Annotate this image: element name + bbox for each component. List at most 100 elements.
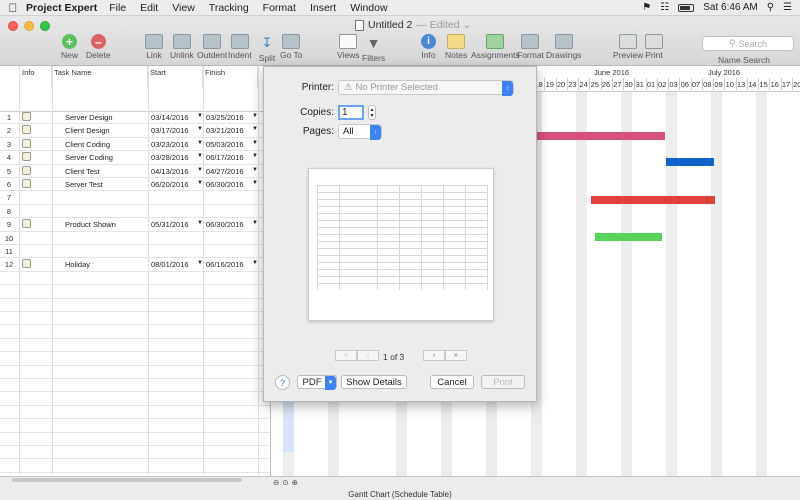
start-date-cell[interactable]: 03/28/2016 xyxy=(151,153,189,162)
row-number[interactable]: 7 xyxy=(0,193,18,202)
empty-row[interactable] xyxy=(0,285,270,299)
date-dropdown-icon[interactable]: ▼ xyxy=(252,180,258,186)
menu-format[interactable]: Format xyxy=(263,2,296,14)
table-row[interactable]: 6 Server Test 06/20/2016 06/30/2016 ▼ ▼ xyxy=(0,178,270,192)
date-dropdown-icon[interactable]: ▼ xyxy=(252,113,258,119)
empty-row[interactable] xyxy=(0,392,270,406)
info-button[interactable]: i Info xyxy=(421,34,436,60)
start-date-cell[interactable]: 03/23/2016 xyxy=(151,140,189,149)
menu-tracking[interactable]: Tracking xyxy=(209,2,249,14)
date-dropdown-icon[interactable]: ▼ xyxy=(197,113,203,119)
print-toolbar-button[interactable]: Print xyxy=(645,34,663,60)
table-row[interactable]: 10 xyxy=(0,232,270,245)
row-number[interactable]: 1 xyxy=(0,113,18,122)
table-row[interactable]: 11 xyxy=(0,245,270,259)
table-row[interactable]: 12 Holiday 08/01/2016 06/16/2016 ▼ ▼ xyxy=(0,258,270,272)
zoom-window-button[interactable] xyxy=(40,21,50,31)
date-dropdown-icon[interactable]: ▼ xyxy=(197,153,203,159)
menu-edit[interactable]: Edit xyxy=(140,2,158,14)
help-button[interactable]: ? xyxy=(275,375,290,390)
table-row[interactable]: 1 Server Design 03/14/2016 03/25/2016 ▼ ▼ xyxy=(0,111,270,125)
copies-field[interactable]: 1 xyxy=(338,105,364,120)
date-dropdown-icon[interactable]: ▼ xyxy=(197,180,203,186)
empty-row[interactable] xyxy=(0,272,270,286)
empty-row[interactable] xyxy=(0,459,270,473)
list-icon[interactable]: ☰ xyxy=(783,2,792,13)
row-number[interactable]: 2 xyxy=(0,126,18,135)
menu-app-name[interactable]: Project Expert xyxy=(26,2,97,14)
row-number[interactable]: 4 xyxy=(0,153,18,162)
assignments-button[interactable]: Assignments xyxy=(471,34,520,60)
new-button[interactable]: + New xyxy=(61,34,78,60)
close-window-button[interactable] xyxy=(8,21,18,31)
task-name-cell[interactable]: Client Design xyxy=(65,126,110,135)
col-task-name[interactable]: Task Name xyxy=(52,66,148,88)
empty-row[interactable] xyxy=(0,433,270,446)
table-horizontal-scrollbar[interactable] xyxy=(12,478,242,482)
date-dropdown-icon[interactable]: ▼ xyxy=(197,220,203,226)
printer-select[interactable]: ⚠ No Printer Selected ↕ xyxy=(338,80,514,96)
task-info-icon[interactable] xyxy=(22,179,31,188)
search-icon[interactable]: ⚲ xyxy=(767,2,774,13)
cancel-button[interactable]: Cancel xyxy=(430,375,474,389)
date-dropdown-icon[interactable]: ▼ xyxy=(252,140,258,146)
gantt-bar-blue[interactable] xyxy=(666,158,714,166)
finish-date-cell[interactable]: 06/17/2016 xyxy=(206,153,244,162)
last-page-button[interactable]: » xyxy=(445,350,467,361)
zoom-out-icon[interactable]: ⊖ xyxy=(273,478,279,487)
empty-row[interactable] xyxy=(0,312,270,326)
start-date-cell[interactable]: 03/17/2016 xyxy=(151,126,189,135)
delete-button[interactable]: – Delete xyxy=(86,34,111,60)
zoom-fit-icon[interactable]: ⊙ xyxy=(282,478,288,487)
row-number[interactable]: 11 xyxy=(0,247,18,256)
finish-date-cell[interactable]: 05/03/2016 xyxy=(206,140,244,149)
date-dropdown-icon[interactable]: ▼ xyxy=(197,260,203,266)
prev-page-button[interactable]: ‹ xyxy=(357,350,379,361)
indent-button[interactable]: Indent xyxy=(228,34,252,60)
start-date-cell[interactable]: 08/01/2016 xyxy=(151,260,189,269)
apple-icon[interactable]:  xyxy=(0,1,26,15)
task-name-cell[interactable]: Product Shown xyxy=(65,220,116,229)
table-row[interactable]: 4 Server Coding 03/28/2016 06/17/2016 ▼ ▼ xyxy=(0,151,270,165)
finish-date-cell[interactable]: 03/25/2016 xyxy=(206,113,244,122)
wifi-icon[interactable]: ☷ xyxy=(660,2,669,13)
empty-row[interactable] xyxy=(0,379,270,393)
row-number[interactable]: 6 xyxy=(0,180,18,189)
empty-row[interactable] xyxy=(0,339,270,353)
finish-date-cell[interactable]: 06/30/2016 xyxy=(206,180,244,189)
pdf-menu-button[interactable]: PDF ▼ xyxy=(297,375,337,390)
table-row[interactable]: 8 xyxy=(0,205,270,219)
preview-button[interactable]: Preview xyxy=(613,34,643,60)
battery-icon[interactable] xyxy=(678,3,695,12)
task-info-icon[interactable] xyxy=(22,152,31,162)
date-dropdown-icon[interactable]: ▼ xyxy=(197,167,203,173)
task-info-icon[interactable] xyxy=(22,259,31,269)
table-row[interactable]: 3 Client Coding 03/23/2016 05/03/2016 ▼ ▼ xyxy=(0,138,270,152)
show-details-button[interactable]: Show Details xyxy=(341,375,407,389)
flag-icon[interactable]: ⚑ xyxy=(642,2,651,13)
task-info-icon[interactable] xyxy=(22,125,31,135)
date-dropdown-icon[interactable]: ▼ xyxy=(252,260,258,266)
col-finish[interactable]: Finish xyxy=(203,66,258,88)
format-button[interactable]: Format xyxy=(517,34,544,60)
finish-date-cell[interactable]: 06/16/2016 xyxy=(206,260,244,269)
clock[interactable]: Sat 6:46 AM xyxy=(703,2,757,13)
table-row[interactable]: 7 xyxy=(0,191,270,205)
finish-date-cell[interactable]: 03/21/2016 xyxy=(206,126,244,135)
unlink-button[interactable]: Unlink xyxy=(170,34,194,60)
start-date-cell[interactable]: 06/20/2016 xyxy=(151,180,189,189)
finish-date-cell[interactable]: 04/27/2016 xyxy=(206,167,244,176)
link-button[interactable]: Link xyxy=(145,34,163,60)
next-page-button[interactable]: › xyxy=(423,350,445,361)
row-number[interactable]: 9 xyxy=(0,220,18,229)
menu-view[interactable]: View xyxy=(172,2,195,14)
date-dropdown-icon[interactable]: ▼ xyxy=(252,167,258,173)
start-date-cell[interactable]: 05/31/2016 xyxy=(151,220,189,229)
finish-date-cell[interactable]: 06/30/2016 xyxy=(206,220,244,229)
table-row[interactable]: 5 Client Test 04/13/2016 04/27/2016 ▼ ▼ xyxy=(0,165,270,178)
row-number[interactable]: 10 xyxy=(0,234,18,243)
split-button[interactable]: ↧ Split xyxy=(257,34,277,63)
task-name-cell[interactable]: Server Coding xyxy=(65,153,113,162)
row-number[interactable]: 12 xyxy=(0,260,18,269)
date-dropdown-icon[interactable]: ▼ xyxy=(252,153,258,159)
